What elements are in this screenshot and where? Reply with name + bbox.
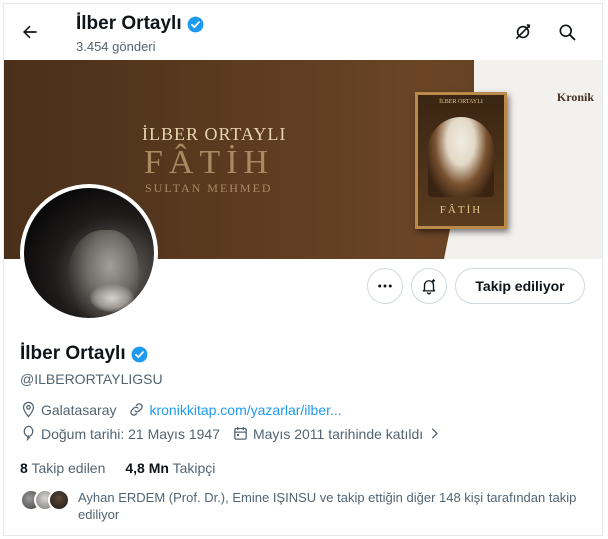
retweet-off-icon [513, 22, 533, 42]
notifications-button[interactable] [411, 268, 447, 304]
back-button[interactable] [14, 16, 46, 48]
header-name: İlber Ortaylı [76, 13, 182, 34]
birthday-text: Doğum tarihi: 21 Mayıs 1947 [41, 425, 220, 442]
followers-you-know[interactable]: Ayhan ERDEM (Prof. Dr.), Emine IŞINSU ve… [20, 489, 595, 523]
followers-stat[interactable]: 4,8 Mn Takipçi [125, 460, 215, 476]
top-bar: İlber Ortaylı 3.454 gönderi [4, 4, 602, 60]
following-count: 8 [20, 460, 28, 476]
following-stat[interactable]: 8 Takip edilen [20, 460, 105, 476]
link-icon [128, 401, 145, 418]
banner-title: FÂTİH [144, 144, 275, 181]
profile-name: İlber Ortaylı [20, 343, 126, 364]
verified-badge-icon [186, 15, 205, 34]
meta-row-2: Doğum tarihi: 21 Mayıs 1947 Mayıs 2011 t… [20, 425, 454, 442]
followed-by-text: Ayhan ERDEM (Prof. Dr.), Emine IŞINSU ve… [78, 490, 577, 522]
location-icon [20, 401, 37, 418]
search-icon [557, 22, 577, 42]
profile-name-row: İlber Ortaylı [20, 343, 149, 365]
location-item: Galatasaray [20, 401, 116, 418]
book-cover-image: İLBER ORTAYLI FÂTİH [415, 92, 507, 229]
book-cover-title: FÂTİH [439, 204, 483, 216]
publisher-logo: Kronik [556, 90, 594, 104]
book-cover-author: İLBER ORTAYLI [439, 99, 483, 105]
website-link[interactable]: kronikkitap.com/yazarlar/ilber... [149, 402, 341, 418]
birthday-balloon-icon [20, 425, 37, 442]
more-button[interactable] [367, 268, 403, 304]
location-text: Galatasaray [41, 401, 117, 418]
verified-badge-icon[interactable] [130, 345, 149, 364]
profile-page: İlber Ortaylı 3.454 gönderi İLBER ORTAYL… [3, 3, 603, 536]
website-item[interactable]: kronikkitap.com/yazarlar/ilber... [128, 401, 342, 418]
meta-row-1: Galatasaray kronikkitap.com/yazarlar/ilb… [20, 401, 354, 418]
post-count: 3.454 gönderi [76, 39, 156, 54]
profile-handle: @ILBERORTAYLIGSU [20, 371, 163, 387]
banner-subtitle: SULTAN MEHMED [145, 181, 273, 195]
avatar-beard [90, 284, 134, 312]
retweet-off-button[interactable] [509, 18, 537, 46]
avatar-photo [24, 188, 154, 318]
notification-bell-icon [420, 277, 438, 295]
birthday-item: Doğum tarihi: 21 Mayıs 1947 [20, 425, 220, 442]
book-cover-portrait [428, 117, 494, 197]
banner-author: İLBER ORTAYLI [142, 124, 287, 144]
follow-stats: 8 Takip edilen 4,8 Mn Takipçi [20, 460, 215, 476]
following-label: Takip edilen [31, 460, 106, 476]
mutual-avatars [20, 489, 72, 511]
joined-text: Mayıs 2011 tarihinde katıldı [252, 425, 424, 442]
header-title: İlber Ortaylı [76, 13, 205, 35]
search-button[interactable] [553, 18, 581, 46]
mutual-avatar [48, 489, 70, 511]
followers-label: Takipçi [172, 460, 216, 476]
joined-item[interactable]: Mayıs 2011 tarihinde katıldı [232, 425, 442, 442]
avatar[interactable] [20, 184, 158, 322]
followers-count: 4,8 Mn [125, 460, 169, 476]
calendar-icon [232, 425, 249, 442]
chevron-right-icon [427, 426, 442, 441]
following-button[interactable]: Takip ediliyor [455, 268, 585, 304]
back-arrow-icon [20, 22, 40, 42]
more-icon [376, 277, 394, 295]
